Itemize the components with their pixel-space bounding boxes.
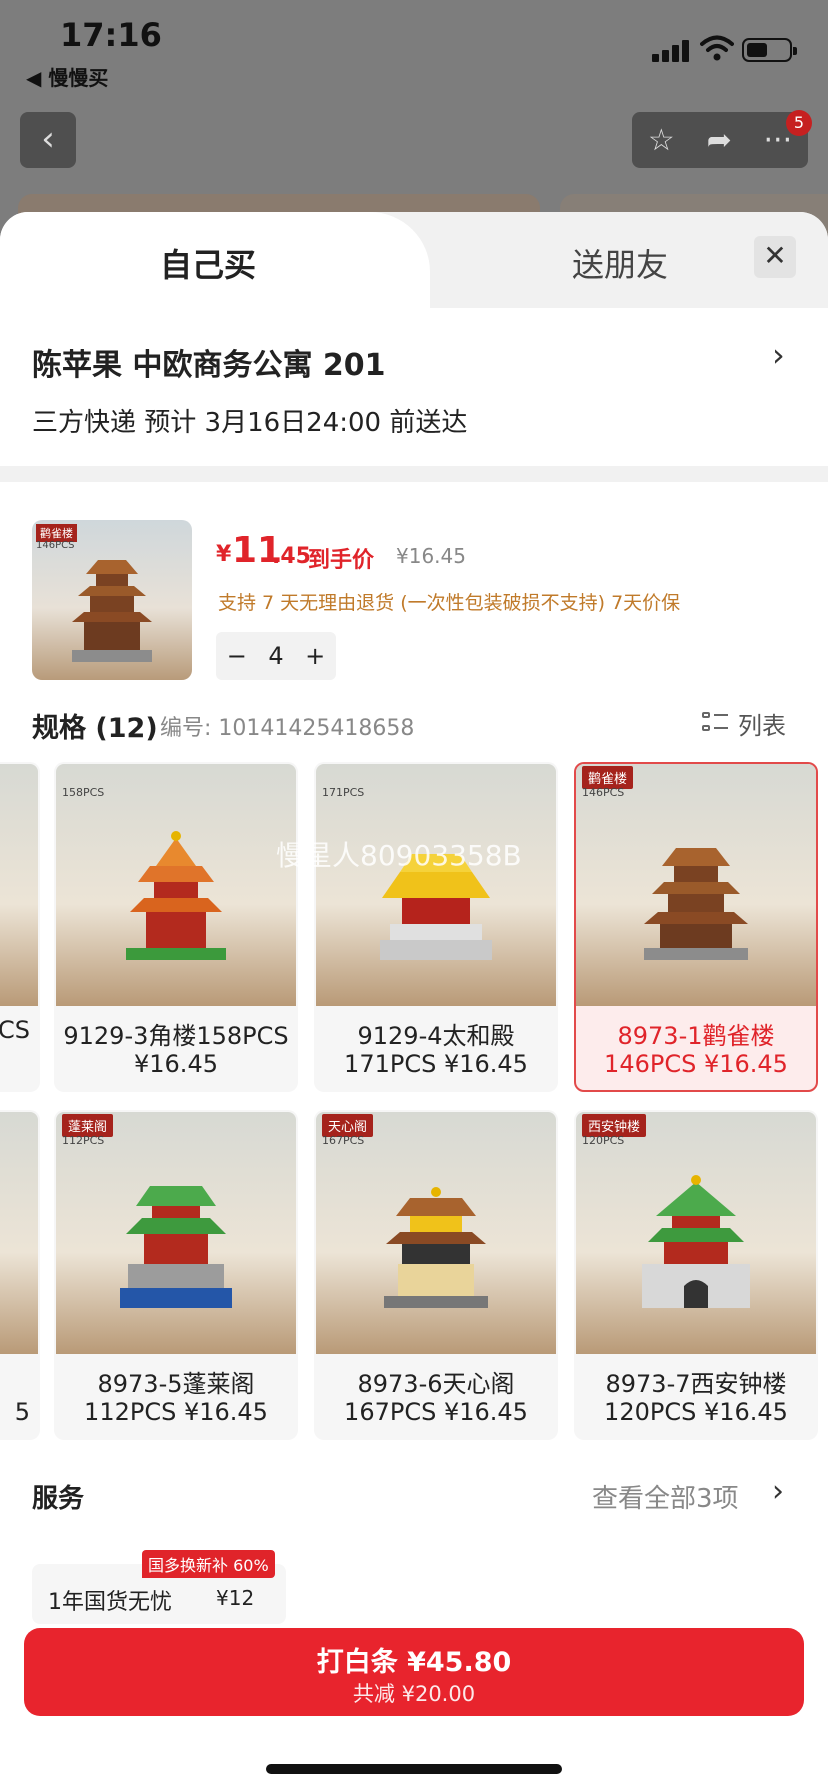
tab-gift[interactable]: 送朋友 [572,240,668,286]
final-price-label: 到手价 [308,548,375,573]
home-indicator[interactable] [266,1764,562,1774]
signal-icon [652,40,692,62]
delivery-address[interactable]: 陈苹果 中欧商务公寓 201 [32,340,386,384]
back-to-app-link[interactable]: ◀ 慢慢买 [26,62,108,91]
delivery-estimate: 三方快递 预计 3月16日24:00 前送达 [32,408,468,438]
variant-grid: CS 5 158PCS 9129-3角楼158PCS ¥16.45 171PCS… [0,762,828,1442]
variant-name: 8973-7西安钟楼 [605,1370,787,1398]
variant-image: 天心阁 167PCS [316,1112,556,1354]
variant-label: 5 [14,1398,30,1426]
variant-price: ¥16.45 [134,1050,218,1078]
decrement-button[interactable]: − [227,642,247,670]
chevron-right-icon[interactable]: › [772,336,785,374]
quantity-value[interactable]: 4 [268,642,283,670]
variant-card-selected[interactable]: 鹳雀楼 146PCS 8973-1鹳雀楼 146PCS ¥16.45 [574,762,818,1092]
tab-self-buy[interactable]: 自己买 [0,212,430,308]
status-time: 17:16 [60,16,162,54]
section-divider [0,466,828,482]
variant-name: 8973-6天心阁 [357,1370,515,1398]
favorite-icon[interactable]: ☆ [648,123,675,158]
pavilion-illustration [120,1186,232,1308]
product-code: 编号: 10141425418658 [160,716,415,741]
variant-image: 171PCS [316,764,556,1006]
variant-name: 8973-5蓬莱阁 [97,1370,255,1398]
purchase-sheet: 自己买 送朋友 ✕ 陈苹果 中欧商务公寓 201 › 三方快递 预计 3月16日… [0,212,828,1792]
variant-card[interactable]: 蓬莱阁 112PCS 8973-5蓬莱阁 112PCS ¥16.45 [54,1110,298,1440]
app-screen: 17:16 ◀ 慢慢买 ‹ ☆ ➦ ··· 5 自己买 送朋友 ✕ 陈苹果 中欧… [0,0,828,1792]
variant-card[interactable]: 西安钟楼 120PCS 8973-7西安钟楼 120PCS ¥16.45 [574,1110,818,1440]
bell-tower-illustration [642,1175,750,1308]
tower-illustration [126,831,226,960]
variant-price: 167PCS ¥16.45 [344,1398,528,1426]
service-badge: 国多换新补 60% [142,1550,275,1578]
status-bar: 17:16 ◀ 慢慢买 [0,0,828,100]
pagoda-illustration [72,560,152,662]
service-title: 服务 [32,1484,85,1514]
purchase-tabs: 自己买 送朋友 ✕ [0,212,828,308]
close-button[interactable]: ✕ [754,236,796,278]
buy-button-discount: 共减 ¥20.00 [352,1682,476,1706]
price-currency: ¥ [216,542,232,567]
back-button[interactable]: ‹ [20,112,76,168]
variant-label: CS [0,1016,30,1044]
variant-image [0,1112,38,1354]
list-view-icon[interactable] [702,710,728,736]
variant-price: 146PCS ¥16.45 [604,1050,788,1078]
variant-price: 171PCS ¥16.45 [344,1050,528,1078]
notification-badge: 5 [786,110,812,136]
spec-title: 规格 (12) [32,713,158,744]
buy-button[interactable]: 打白条 ¥45.80 共减 ¥20.00 [24,1628,804,1716]
quantity-stepper: − 4 + [216,632,336,680]
variant-pcs: 158PCS [62,786,105,799]
watermark-text: 慢星人80903358B [276,839,522,872]
variant-card[interactable]: 天心阁 167PCS 8973-6天心阁 167PCS ¥16.45 [314,1110,558,1440]
tab-self-buy-label: 自己买 [160,246,257,284]
price-decimal: .45 [272,544,311,569]
battery-icon [742,38,797,62]
close-icon: ✕ [763,239,787,272]
variant-name: 8973-1鹳雀楼 [617,1022,775,1050]
increment-button[interactable]: + [305,642,325,670]
share-icon[interactable]: ➦ [707,123,732,158]
buy-button-label: 打白条 ¥45.80 [316,1647,512,1678]
variant-image [0,764,38,1006]
variant-image: 蓬莱阁 112PCS [56,1112,296,1354]
variant-pcs: 171PCS [322,786,365,799]
variant-pcs: 112PCS [62,1134,105,1147]
return-policy: 支持 7 天无理由退货 (一次性包装破损不支持) 7天价保 [218,592,681,614]
variant-card-partial[interactable]: 5 [0,1110,40,1440]
list-view-toggle[interactable]: 列表 [738,706,786,741]
nav-actions: ☆ ➦ ··· [632,112,808,168]
variant-price: 112PCS ¥16.45 [84,1398,268,1426]
variant-image: 西安钟楼 120PCS [576,1112,816,1354]
variant-pcs: 146PCS [582,786,625,799]
chevron-right-icon[interactable]: › [772,1474,784,1509]
product-thumbnail[interactable]: 鹳雀楼 146PCS [32,520,192,680]
wifi-icon [700,35,734,61]
variant-pcs: 167PCS [322,1134,365,1147]
variant-card[interactable]: 171PCS 9129-4太和殿 171PCS ¥16.45 [314,762,558,1092]
variant-image: 158PCS [56,764,296,1006]
service-name: 1年国货无忧 [48,1590,172,1615]
variant-card[interactable]: 158PCS 9129-3角楼158PCS ¥16.45 [54,762,298,1092]
variant-price: 120PCS ¥16.45 [604,1398,788,1426]
variant-image: 鹳雀楼 146PCS [576,764,816,1006]
original-price: ¥16.45 [396,544,466,568]
variant-name: 9129-3角楼158PCS [63,1022,289,1050]
variant-card-partial[interactable]: CS [0,762,40,1092]
variant-pcs: 120PCS [582,1134,625,1147]
variant-name: 9129-4太和殿 [357,1022,515,1050]
pavilion-illustration [384,1187,488,1308]
view-all-services[interactable]: 查看全部3项 [592,1478,739,1515]
pagoda-illustration [644,848,748,960]
service-price: ¥12 [216,1586,255,1610]
